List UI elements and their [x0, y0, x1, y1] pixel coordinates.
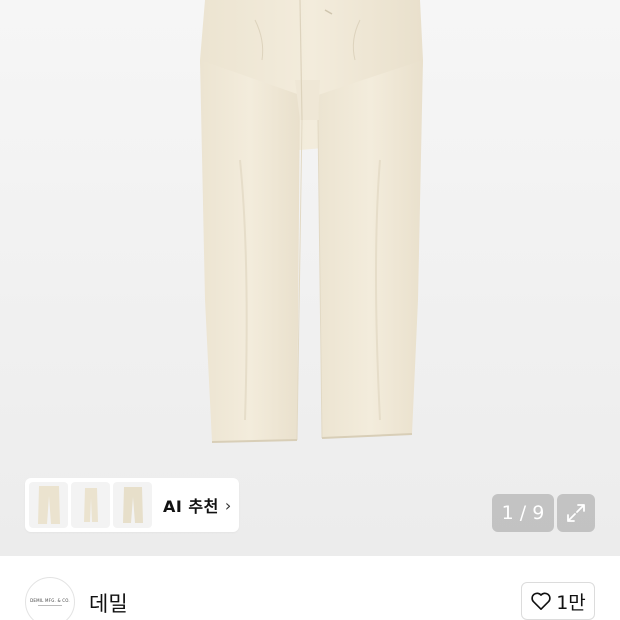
logo-divider [38, 605, 62, 606]
thumbnail-strip[interactable]: AI 추천 › [25, 478, 239, 532]
like-count: 1만 [556, 591, 586, 614]
chevron-right-icon[interactable]: › [225, 496, 231, 515]
pants-thumbnail-icon [122, 487, 143, 523]
image-counter: 1 / 9 [492, 494, 554, 532]
brand-logo-text: DEMIL MFG. & CO. [30, 598, 70, 603]
heart-icon [531, 592, 551, 610]
thumbnail-back[interactable] [113, 482, 152, 528]
like-button[interactable]: 1만 [521, 582, 595, 620]
brand-logo[interactable]: DEMIL MFG. & CO. [25, 577, 75, 620]
thumbnail-front[interactable] [29, 482, 68, 528]
expand-button[interactable] [557, 494, 595, 532]
product-image [200, 0, 423, 443]
product-image-gallery[interactable]: AI 추천 › 1 / 9 [0, 0, 620, 556]
ai-recommend-label[interactable]: AI 추천 [163, 493, 219, 517]
expand-icon [567, 504, 585, 522]
thumbnail-side[interactable] [71, 482, 110, 528]
product-detail-page: AI 추천 › 1 / 9 DEMIL MFG. & CO. 데밀 1만 [0, 0, 620, 620]
brand-name[interactable]: 데밀 [89, 588, 128, 618]
pants-thumbnail-icon [83, 488, 98, 522]
pants-thumbnail-icon [37, 486, 60, 524]
